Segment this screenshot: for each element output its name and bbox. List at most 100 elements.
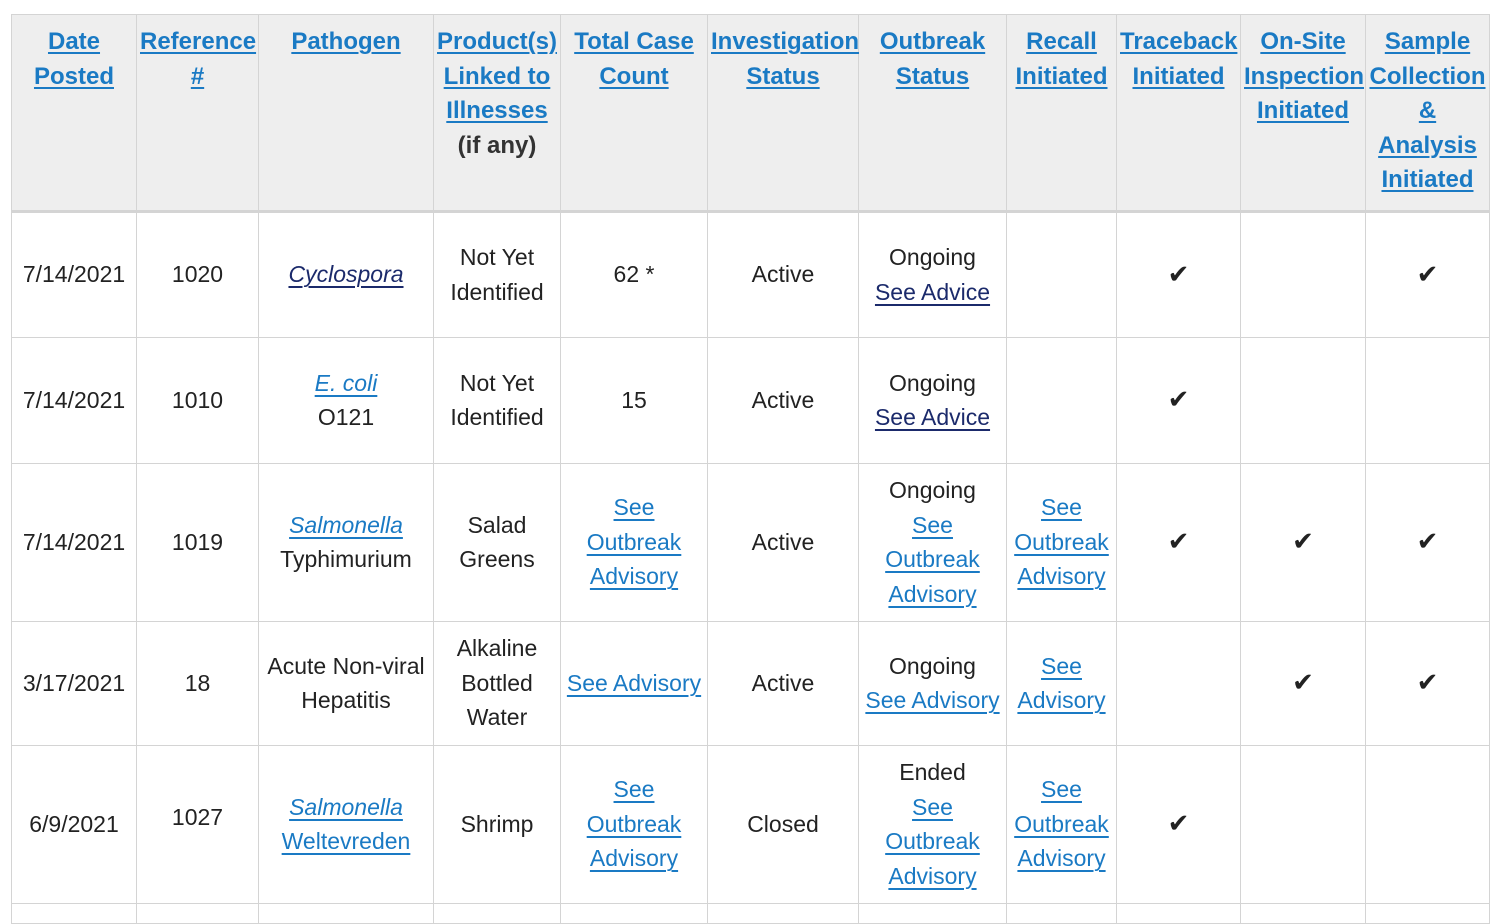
sort-reference-link[interactable]: Reference # [140,28,256,90]
table-row: 7/14/2021 1010 E. coli O121 Not Yet Ident… [11,336,1490,464]
empty-cell [136,902,259,924]
check-mark-icon: ✔ [1167,526,1190,557]
pathogen-cell: Acute Non-viral Hepatitis [258,620,434,746]
sort-case-count-link[interactable]: Total Case Count [574,28,694,90]
product-cell: Salad Greens [433,462,561,622]
traceback-cell: ✔ [1116,336,1241,464]
header-onsite-inspection: On-Site Inspection Initiated [1240,14,1366,213]
empty-cell [1365,902,1490,924]
sort-outbreak-status-link[interactable]: Outbreak Status [880,28,985,90]
product-cell: Not Yet Identified [433,336,561,464]
product-cell: Shrimp [433,744,561,904]
sample-collection-cell [1365,744,1490,904]
case-count-cell: See Advisory [560,620,708,746]
empty-cell [1116,902,1241,924]
sample-collection-cell: ✔ [1365,210,1490,338]
outbreak-status-cell: Ongoing See Outbreak Advisory [858,462,1007,622]
date-posted-cell: 6/9/2021 [11,744,137,904]
onsite-inspection-cell: ✔ [1240,462,1366,622]
reference-cell: 1027 [136,744,259,904]
sample-collection-cell [1365,336,1490,464]
check-mark-icon: ✔ [1416,667,1439,698]
sort-date-posted-link[interactable]: Date Posted [34,28,114,90]
header-outbreak-status: Outbreak Status [858,14,1007,213]
case-count-cell: See Outbreak Advisory [560,744,708,904]
header-traceback-initiated: Traceback Initiated [1116,14,1241,213]
onsite-inspection-cell: ✔ [1240,620,1366,746]
check-mark-icon: ✔ [1167,258,1190,289]
sort-investigation-status-link[interactable]: Investigation Status [711,28,859,90]
pathogen-link[interactable]: Cyclospora [288,261,403,287]
date-posted-cell: 7/14/2021 [11,210,137,338]
see-advice-link[interactable]: See Advice [875,404,990,430]
check-mark-icon: ✔ [1416,526,1439,557]
pathogen-cell: Cyclospora [258,210,434,338]
outbreak-investigations-table: Date Posted Reference # Pathogen Product… [11,14,1490,924]
outbreak-status-text: Ongoing [889,652,976,679]
recall-cell [1006,336,1117,464]
investigation-status-cell: Active [707,336,859,464]
see-outbreak-advisory-link[interactable]: See Outbreak Advisory [587,776,682,871]
sort-onsite-link[interactable]: On-Site Inspection Initiated [1244,28,1364,124]
sort-recall-link[interactable]: Recall Initiated [1015,28,1107,90]
pathogen-serotype-link[interactable]: Weltevreden [282,828,411,854]
outbreak-status-text: Ended [899,759,966,785]
see-advisory-link[interactable]: See Advisory [1017,653,1105,714]
header-sample-collection: Sample Collection & Analysis Initiated [1365,14,1490,213]
sort-pathogen-link[interactable]: Pathogen [291,28,400,55]
sort-products-link[interactable]: Product(s) Linked to Illnesses [437,28,557,124]
recall-cell [1006,210,1117,338]
pathogen-link[interactable]: Salmonella [263,790,429,825]
date-posted-cell: 7/14/2021 [11,336,137,464]
check-mark-icon: ✔ [1292,667,1314,698]
outbreak-table-container: Date Posted Reference # Pathogen Product… [0,0,1500,924]
see-outbreak-advisory-link[interactable]: See Outbreak Advisory [587,494,682,589]
header-reference: Reference # [136,14,259,213]
check-mark-icon: ✔ [1416,258,1439,289]
pathogen-strain-text: O121 [317,404,375,430]
see-outbreak-advisory-link[interactable]: See Outbreak Advisory [1014,776,1109,871]
table-header-row: Date Posted Reference # Pathogen Product… [11,14,1490,213]
outbreak-status-text: Ongoing [889,477,976,503]
check-mark-icon: ✔ [1167,808,1190,839]
see-outbreak-advisory-link[interactable]: See Outbreak Advisory [1014,494,1109,589]
recall-cell: See Outbreak Advisory [1006,744,1117,904]
empty-cell [858,902,1007,924]
see-advice-link[interactable]: See Advice [875,279,990,305]
pathogen-link[interactable]: E. coli [263,366,429,401]
header-total-case-count: Total Case Count [560,14,708,213]
table-row: 7/14/2021 1020 Cyclospora Not Yet Identi… [11,210,1490,338]
outbreak-status-cell: Ongoing See Advice [858,336,1007,464]
see-advisory-link[interactable]: See Advisory [567,670,701,696]
see-outbreak-advisory-link[interactable]: See Outbreak Advisory [885,794,980,889]
see-outbreak-advisory-link[interactable]: See Outbreak Advisory [885,512,980,607]
case-count-cell: 62 * [560,210,708,338]
header-investigation-status: Investigation Status [707,14,859,213]
header-date-posted: Date Posted [11,14,137,213]
product-cell: Not Yet Identified [433,210,561,338]
pathogen-cell: E. coli O121 [258,336,434,464]
table-row: 6/9/2021 1027 Salmonella Weltevreden Shri… [11,744,1490,904]
pathogen-link[interactable]: Salmonella [263,508,429,543]
empty-cell [1006,902,1117,924]
header-recall-initiated: Recall Initiated [1006,14,1117,213]
recall-cell: See Outbreak Advisory [1006,462,1117,622]
see-advisory-link[interactable]: See Advisory [865,687,999,713]
reference-cell: 1010 [136,336,259,464]
product-cell: Alkaline Bottled Water [433,620,561,746]
sort-sample-link[interactable]: Sample Collection & Analysis Initiated [1369,28,1485,193]
check-mark-icon: ✔ [1292,526,1314,557]
outbreak-status-text: Ongoing [889,369,976,396]
outbreak-status-text: Ongoing [889,244,976,270]
recall-cell: See Advisory [1006,620,1117,746]
case-count-cell: 15 [560,336,708,464]
empty-cell [707,902,859,924]
sample-collection-cell: ✔ [1365,620,1490,746]
empty-cell [258,902,434,924]
traceback-cell: ✔ [1116,744,1241,904]
header-pathogen: Pathogen [258,14,434,213]
sort-traceback-link[interactable]: Traceback Initiated [1120,28,1237,90]
traceback-cell [1116,620,1241,746]
reference-cell: 1020 [136,210,259,338]
investigation-status-cell: Closed [707,744,859,904]
